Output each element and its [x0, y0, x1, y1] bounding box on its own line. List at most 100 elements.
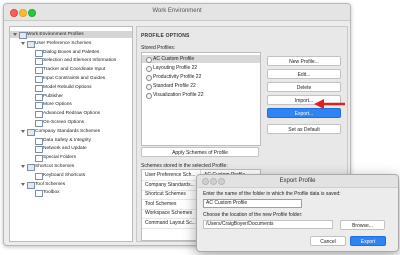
sheet-icon	[35, 58, 43, 66]
stored-profiles-list: AC Custom Profile Layouting Profile 22 Pro…	[141, 52, 261, 146]
tree-item[interactable]: Data Safety & Integrity	[10, 137, 132, 145]
tree-item-label: Input Constraints and Guides	[43, 76, 106, 81]
sheet-icon	[35, 111, 43, 119]
tree-item-label: User Preference Schemes	[35, 40, 92, 46]
sheet-icon	[35, 155, 43, 163]
sheet-icon	[35, 102, 43, 110]
set-default-button[interactable]: Set as Default	[267, 124, 341, 134]
tree-item-label: Special Folders	[43, 155, 77, 161]
tree-item-label: Tracker and Coordinate Input	[43, 67, 106, 73]
sheet-icon	[35, 137, 43, 145]
profile-icon	[146, 74, 152, 81]
sheet-icon	[35, 49, 43, 57]
dialog-titlebar[interactable]: Export Profile	[197, 175, 398, 188]
scheme-name: Command Layout Sc...	[145, 219, 196, 226]
tree-item[interactable]: Keyboard Shortcuts	[10, 172, 132, 180]
settings-tree: Work Environment Profiles User Preference…	[9, 26, 133, 242]
location-prompt: Choose the location of the new Profile f…	[203, 212, 303, 218]
tree-item[interactable]: Model Rebuild Options	[10, 84, 132, 92]
tree-item-label: Company Standards Schemes	[35, 128, 101, 134]
scheme-name: Company Standards...	[145, 181, 195, 188]
profile-list-item[interactable]: Visualization Profile 22	[142, 91, 260, 99]
profile-label: Standard Profile 22	[153, 83, 196, 89]
tree-item-label: Advanced Redraw Options	[43, 111, 101, 117]
sheet-icon	[35, 190, 43, 198]
profile-icon	[146, 56, 152, 63]
window-title: Work Environment	[152, 8, 202, 14]
disclosure-triangle-icon[interactable]	[21, 182, 25, 186]
scheme-name: Tool Schemes	[145, 200, 177, 207]
arrow-left-icon	[314, 99, 345, 109]
disclosure-triangle-icon[interactable]	[13, 33, 17, 36]
edit-profile-button[interactable]: Edit...	[267, 69, 341, 79]
tree-item[interactable]: Publisher	[10, 93, 132, 101]
profile-list-item[interactable]: Productivity Profile 22	[142, 73, 260, 81]
disclosure-triangle-icon[interactable]	[21, 165, 25, 168]
profile-list-item[interactable]: Standard Profile 22	[142, 82, 260, 90]
pane-splitter[interactable]	[132, 26, 135, 240]
tree-item[interactable]: Selection and Element Information	[10, 57, 132, 66]
dialog-title: Export Profile	[279, 178, 316, 184]
scheme-name: Shortcut Schemes	[145, 191, 186, 197]
tree-item[interactable]: On-Screen Options	[10, 119, 132, 127]
apply-schemes-button[interactable]: Apply Schemes of Profile	[141, 147, 259, 157]
scheme-name: User Preference Sch...	[145, 172, 196, 178]
profile-list-item[interactable]: AC Custom Profile	[142, 55, 260, 63]
tree-item[interactable]: Network and Update	[10, 145, 132, 154]
folder-icon	[27, 128, 35, 136]
folder-name-input[interactable]: AC Custom Profile	[203, 199, 302, 208]
sheet-icon	[35, 84, 43, 92]
disclosure-triangle-icon[interactable]	[21, 41, 25, 45]
profile-label: Layouting Profile 22	[153, 65, 198, 71]
sheet-icon	[35, 76, 43, 83]
folder-icon	[19, 32, 27, 39]
panel-header: PROFILE OPTIONS	[141, 33, 190, 39]
cancel-button[interactable]: Cancel	[310, 236, 346, 246]
sheet-icon	[35, 93, 43, 101]
tree-item[interactable]: Input Constraints and Guides	[10, 75, 132, 83]
browse-button[interactable]: Browse...	[340, 220, 385, 230]
scheme-name: Workspace Schemes	[145, 210, 193, 216]
folder-icon	[27, 40, 35, 48]
profile-icon	[146, 92, 152, 99]
export-profile-button[interactable]: Export...	[267, 108, 341, 118]
tree-item[interactable]: Tracker and Coordinate Input	[10, 66, 132, 75]
profile-label: AC Custom Profile	[153, 56, 195, 62]
stored-profiles-label: Stored Profiles:	[141, 45, 176, 51]
export-profile-dialog: Export Profile Enter the name of the fol…	[196, 174, 399, 252]
disclosure-triangle-icon[interactable]	[21, 129, 25, 133]
profile-icon	[146, 65, 152, 72]
tree-item-label: Keyboard Shortcuts	[43, 172, 86, 178]
tree-item-label: Shortcut Schemes	[35, 164, 75, 169]
sheet-icon	[35, 120, 43, 127]
profile-label: Visualization Profile 22	[153, 92, 204, 98]
delete-profile-button[interactable]: Delete	[267, 82, 341, 92]
tree-item[interactable]: User Preference Schemes	[10, 40, 132, 48]
tree-item-label: Selection and Element Information	[43, 58, 117, 64]
folder-name-prompt: Enter the name of the folder in which th…	[203, 191, 341, 197]
tree-item[interactable]: Dialog Boxes and Palettes	[10, 49, 132, 57]
tree-item-label: Dialog Boxes and Palettes	[43, 49, 100, 55]
tree-item[interactable]: More Options	[10, 101, 132, 110]
tree-item[interactable]: Company Standards Schemes	[10, 128, 132, 136]
tree-item[interactable]: Special Folders	[10, 154, 132, 163]
profile-list-item[interactable]: Layouting Profile 22	[142, 64, 260, 72]
tree-item-label: More Options	[43, 102, 72, 108]
export-button[interactable]: Export	[350, 236, 386, 246]
new-profile-button[interactable]: New Profile...	[267, 56, 341, 66]
tree-item-label: Work Environment Profiles	[27, 32, 84, 37]
sheet-icon	[35, 67, 43, 75]
tree-item-label: Model Rebuild Options	[43, 84, 92, 90]
tree-item-label: Network and Update	[43, 146, 87, 152]
location-path-field[interactable]: /Users/CraigBoyer/Documents	[203, 220, 333, 229]
window-titlebar[interactable]: Work Environment	[4, 4, 350, 21]
tree-item-label: Publisher	[43, 93, 63, 99]
tree-item[interactable]: Shortcut Schemes	[10, 163, 132, 171]
tree-item[interactable]: Work Environment Profiles	[10, 31, 132, 39]
tree-item[interactable]: Advanced Redraw Options	[10, 110, 132, 119]
sheet-icon	[35, 172, 43, 180]
tree-item[interactable]: Toolbox	[10, 189, 132, 198]
profile-icon	[146, 83, 152, 90]
tree-item-label: Toolbox	[43, 190, 60, 196]
tree-item[interactable]: Tool Schemes	[10, 181, 132, 189]
